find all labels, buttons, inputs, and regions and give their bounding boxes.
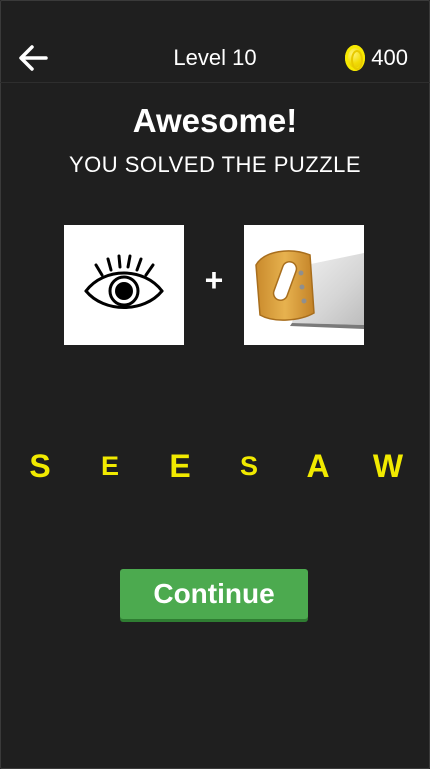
answer-letter: E — [169, 448, 191, 484]
answer-letter: A — [306, 448, 330, 484]
eye-icon — [84, 254, 164, 309]
answer-word: S E E S A W — [20, 448, 420, 488]
coin-count: 400 — [371, 45, 408, 70]
clue-image-eye — [64, 225, 184, 345]
success-title: Awesome! — [132, 102, 298, 139]
answer-letter: E — [100, 451, 119, 481]
answer-letter: S — [29, 448, 51, 484]
coin-balance: 400 — [345, 44, 408, 72]
top-bar: Level 10 400 — [0, 0, 430, 83]
coin-icon — [345, 45, 366, 71]
continue-button[interactable]: Continue — [120, 569, 308, 619]
clue-image-saw — [244, 225, 364, 345]
saw-icon — [255, 250, 364, 329]
answer-letter: S — [239, 451, 258, 481]
success-subtitle: YOU SOLVED THE PUZZLE — [68, 152, 362, 177]
answer-letter: W — [372, 448, 404, 484]
plus-operator: + — [204, 262, 224, 298]
